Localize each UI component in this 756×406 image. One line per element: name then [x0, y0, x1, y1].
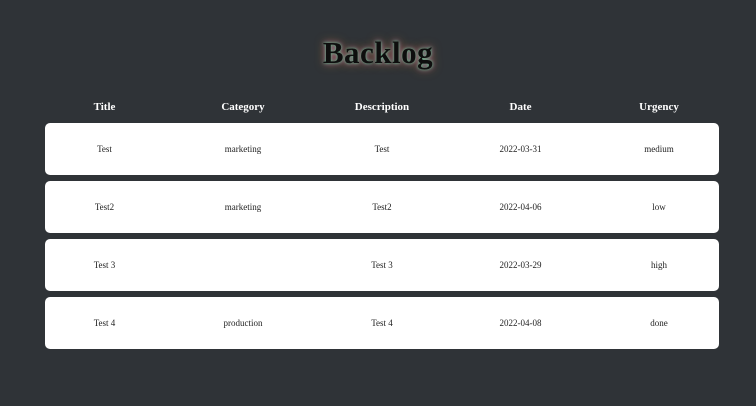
cell-urgency: done [650, 318, 668, 328]
backlog-table: Title Category Description Date Urgency … [45, 96, 719, 355]
table-row[interactable]: Test2 marketing Test2 2022-04-06 low [45, 181, 719, 233]
column-header-date[interactable]: Date [442, 101, 599, 113]
column-header-description[interactable]: Description [322, 101, 442, 113]
table-row[interactable]: Test marketing Test 2022-03-31 medium [45, 123, 719, 175]
cell-category: marketing [224, 202, 262, 212]
cell-title: Test [97, 144, 112, 154]
column-header-category[interactable]: Category [164, 101, 322, 113]
cell-description: Test [374, 144, 390, 154]
cell-category: marketing [224, 144, 262, 154]
column-header-urgency[interactable]: Urgency [599, 101, 719, 113]
table-header-row: Title Category Description Date Urgency [45, 96, 719, 118]
cell-urgency: low [652, 202, 666, 212]
cell-date: 2022-03-29 [499, 260, 542, 270]
cell-urgency: medium [644, 144, 674, 154]
cell-description: Test 3 [371, 260, 393, 270]
column-header-title[interactable]: Title [45, 101, 164, 113]
table-row[interactable]: Test 4 production Test 4 2022-04-08 done [45, 297, 719, 349]
page-title: Backlog [322, 34, 434, 70]
cell-category: production [223, 318, 263, 328]
cell-title: Test 3 [93, 260, 116, 270]
table-row[interactable]: Test 3 Test 3 2022-03-29 high [45, 239, 719, 291]
cell-title: Test2 [94, 202, 115, 212]
cell-date: 2022-04-06 [499, 202, 542, 212]
cell-title: Test 4 [93, 318, 116, 328]
cell-urgency: high [650, 260, 667, 270]
cell-date: 2022-03-31 [499, 144, 542, 154]
cell-description: Test 4 [371, 318, 393, 328]
cell-description: Test2 [372, 202, 392, 212]
cell-date: 2022-04-08 [499, 318, 542, 328]
backlog-page: Backlog Title Category Description Date … [0, 0, 756, 406]
